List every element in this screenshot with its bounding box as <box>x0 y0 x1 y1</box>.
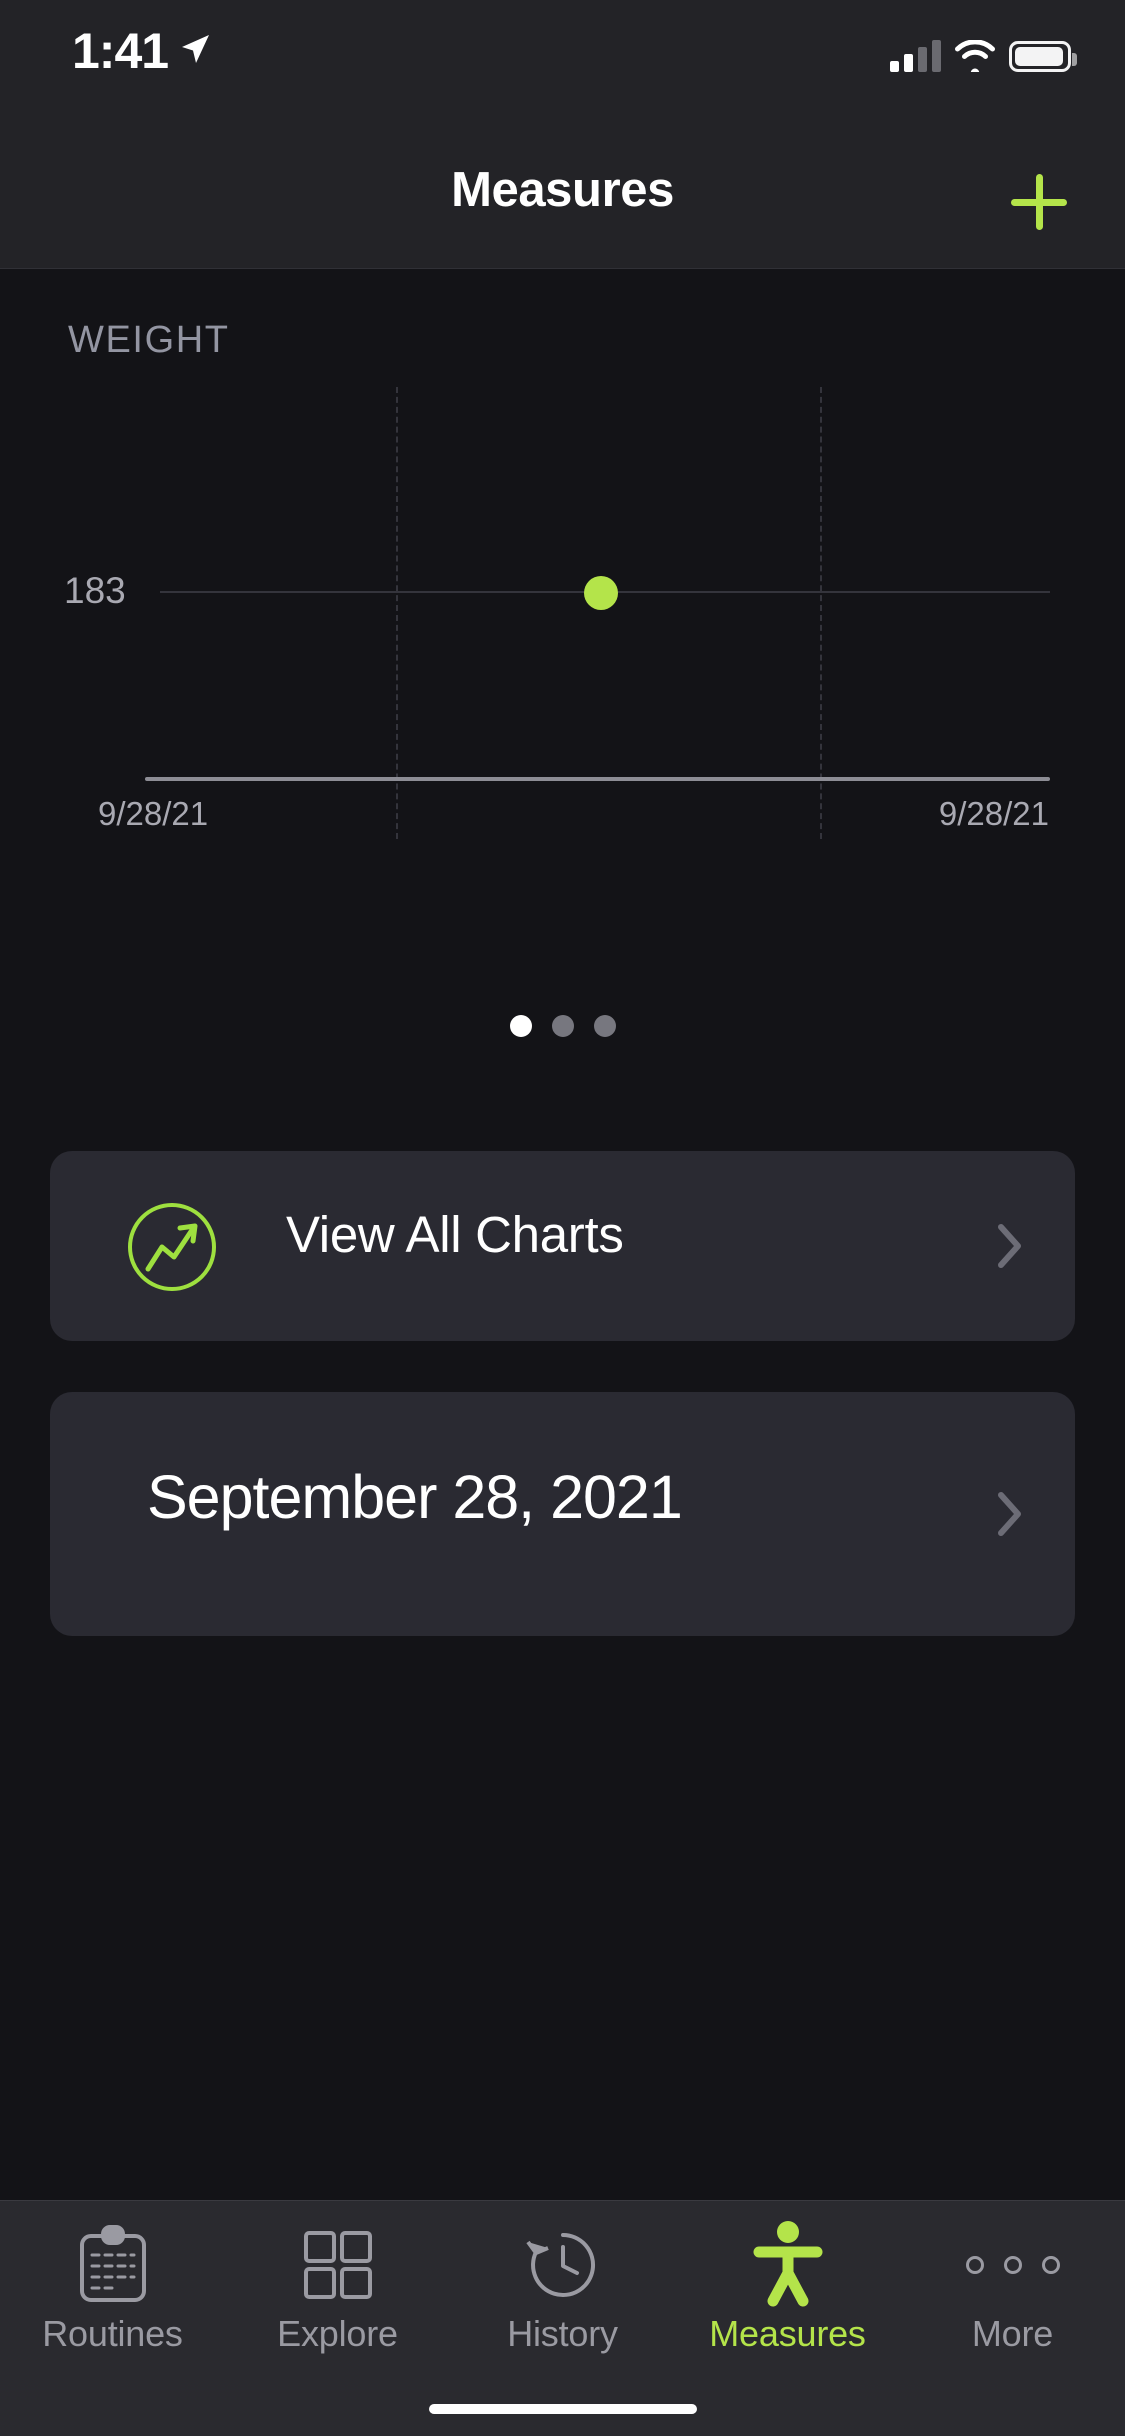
wifi-icon <box>955 39 995 77</box>
navigation-bar: Measures <box>0 132 1125 269</box>
tab-explore[interactable]: Explore <box>225 2201 450 2371</box>
page-title: Measures <box>451 163 674 217</box>
chart-plot-area[interactable]: 183 9/28/21 9/28/21 <box>0 387 1125 947</box>
clock-rewind-icon <box>524 2223 602 2307</box>
tab-more[interactable]: More <box>900 2201 1125 2371</box>
trending-up-chart-icon <box>128 1203 216 1291</box>
location-arrow-icon <box>178 32 212 66</box>
home-indicator[interactable] <box>428 2404 697 2414</box>
chart-y-tick-label: 183 <box>64 570 126 611</box>
chart-x-tick-label-end: 9/28/21 <box>938 795 1049 832</box>
three-dots-icon <box>965 2223 1060 2307</box>
cellular-signal-icon <box>890 38 941 72</box>
tab-more-label: More <box>971 2313 1054 2354</box>
tab-history[interactable]: History <box>450 2201 675 2371</box>
chart-gridline-vertical-1 <box>396 387 398 839</box>
tab-bar: Routines Explore History Measures More <box>0 2200 1125 2436</box>
status-bar-indicators <box>890 28 1077 77</box>
view-all-charts-label: View All Charts <box>286 1206 624 1263</box>
page-dot-1[interactable] <box>509 1015 532 1037</box>
tab-routines-label: Routines <box>42 2313 183 2354</box>
page-indicator[interactable] <box>0 1015 1125 1037</box>
status-bar-time: 1:41 <box>72 23 169 79</box>
tab-measures[interactable]: Measures <box>675 2201 900 2371</box>
plus-icon-vertical <box>1035 174 1043 230</box>
body-figure-icon <box>751 2221 825 2307</box>
chart-title: WEIGHT <box>68 319 230 361</box>
chart-data-point[interactable] <box>584 576 618 610</box>
status-bar: 1:41 <box>0 0 1125 132</box>
chart-gridline-vertical-2 <box>820 387 822 839</box>
entry-date-card[interactable]: September 28, 2021 <box>50 1392 1075 1636</box>
add-button[interactable] <box>991 154 1087 250</box>
page-dot-2[interactable] <box>551 1015 574 1037</box>
battery-icon <box>1009 41 1077 72</box>
chart-x-tick-label-start: 9/28/21 <box>98 795 209 832</box>
tab-explore-label: Explore <box>277 2313 398 2354</box>
grid-squares-icon <box>301 2223 375 2307</box>
view-all-charts-card[interactable]: View All Charts <box>50 1151 1075 1341</box>
tab-measures-label: Measures <box>709 2313 866 2354</box>
chart-x-axis <box>145 777 1050 781</box>
app-screen: 1:41 Measures WEIGHT 183 9/28/21 9/28/21… <box>0 0 1125 2436</box>
tab-routines[interactable]: Routines <box>0 2201 225 2371</box>
chevron-right-icon-date <box>997 1491 1023 1537</box>
tab-history-label: History <box>507 2313 618 2354</box>
page-dot-3[interactable] <box>593 1015 616 1037</box>
clipboard-icon <box>76 2223 150 2307</box>
chevron-right-icon <box>997 1223 1023 1269</box>
entry-date-label: September 28, 2021 <box>147 1463 683 1531</box>
